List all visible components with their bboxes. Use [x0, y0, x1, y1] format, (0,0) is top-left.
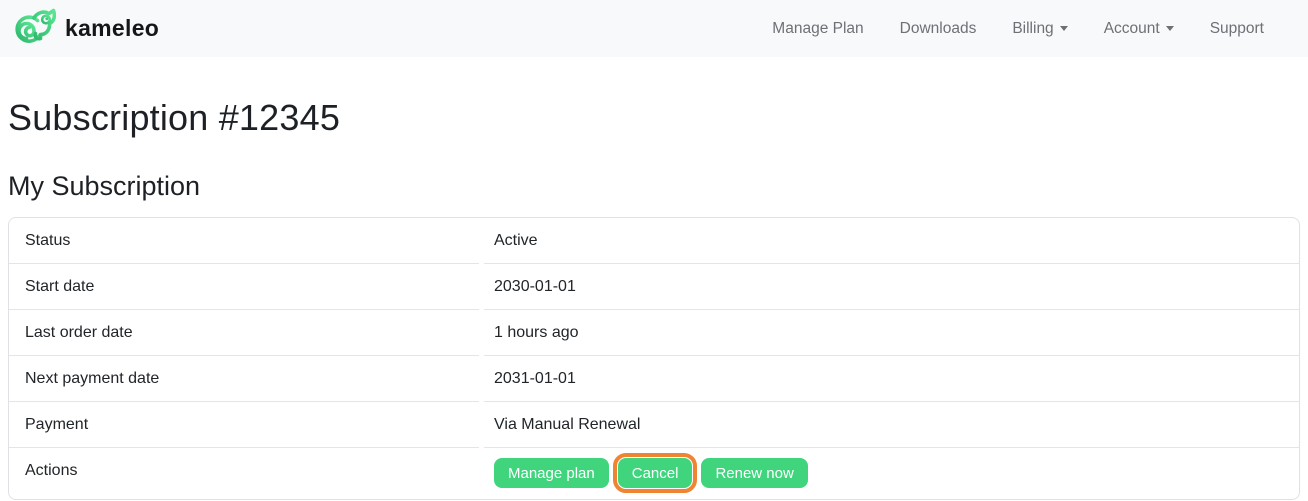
main-content: Subscription #12345 My Subscription Stat…	[0, 97, 1308, 500]
section-title: My Subscription	[8, 171, 201, 201]
row-label: Next payment date	[9, 356, 479, 402]
chevron-down-icon	[1165, 25, 1174, 31]
nav-item-label: Manage Plan	[772, 19, 864, 37]
payment-value: Via Manual Renewal	[484, 402, 1299, 448]
table-row-actions: Actions Manage plan Cancel Renew now	[9, 448, 1299, 499]
next-payment-date-value: 2031-01-01	[484, 356, 1299, 402]
row-label: Start date	[9, 264, 479, 310]
cancel-button[interactable]: Cancel	[612, 453, 698, 493]
nav-item-manage-plan[interactable]: Manage Plan	[754, 12, 881, 46]
nav-item-billing[interactable]: Billing	[994, 12, 1085, 46]
status-value: Active	[484, 218, 1299, 264]
table-row-next-payment-date: Next payment date 2031-01-01	[9, 356, 1299, 402]
table-row-last-order-date: Last order date 1 hours ago	[9, 310, 1299, 356]
start-date-value: 2030-01-01	[484, 264, 1299, 310]
table-row-status: Status Active	[9, 218, 1299, 264]
last-order-date-value: 1 hours ago	[484, 310, 1299, 356]
renew-now-button[interactable]: Renew now	[701, 458, 808, 488]
row-label: Payment	[9, 402, 479, 448]
subscription-table: Status Active Start date 2030-01-01 Last…	[8, 217, 1300, 500]
actions-cell: Manage plan Cancel Renew now	[484, 448, 1299, 499]
nav-item-label: Downloads	[899, 19, 977, 37]
manage-plan-button[interactable]: Manage plan	[494, 458, 609, 488]
row-label: Actions	[25, 462, 78, 479]
table-row-payment: Payment Via Manual Renewal	[9, 402, 1299, 448]
brand-name: kameleo	[65, 15, 160, 41]
page-title: Subscription #12345	[8, 97, 341, 138]
navbar: kameleo Manage Plan Downloads Billing Ac…	[0, 0, 1308, 57]
nav-item-label: Account	[1103, 19, 1160, 37]
row-label: Status	[9, 218, 479, 264]
main-nav: Manage Plan Downloads Billing Account Su…	[754, 12, 1282, 46]
brand[interactable]: kameleo	[10, 5, 159, 52]
nav-item-label: Billing	[1012, 19, 1054, 37]
chevron-down-icon	[1059, 25, 1068, 31]
kameleo-logo-icon	[10, 5, 57, 52]
nav-item-support[interactable]: Support	[1192, 12, 1282, 46]
table-row-start-date: Start date 2030-01-01	[9, 264, 1299, 310]
nav-item-label: Support	[1209, 19, 1264, 37]
nav-item-account[interactable]: Account	[1086, 12, 1192, 46]
nav-item-downloads[interactable]: Downloads	[882, 12, 995, 46]
row-label: Last order date	[9, 310, 479, 356]
